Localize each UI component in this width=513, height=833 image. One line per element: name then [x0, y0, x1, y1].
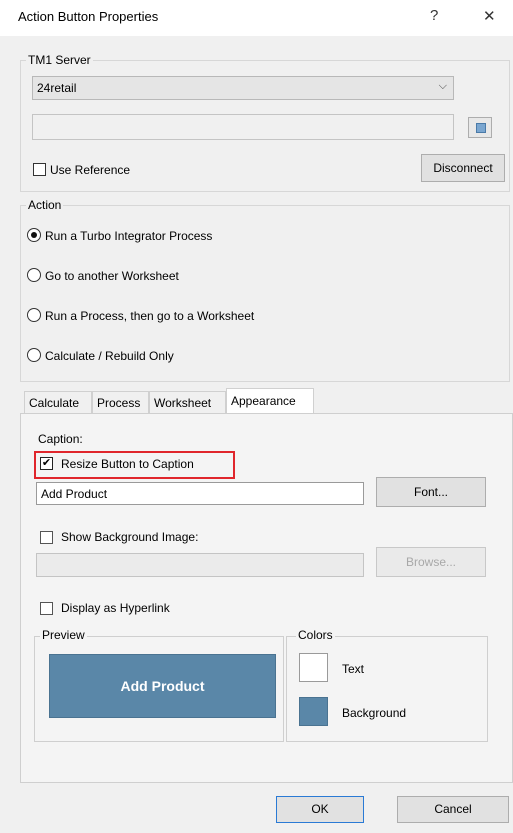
browse-button[interactable]: Browse... — [376, 547, 486, 577]
text-color-label: Text — [342, 662, 365, 676]
font-button[interactable]: Font... — [376, 477, 486, 507]
background-color-swatch[interactable] — [299, 697, 328, 726]
radio-selected-dot — [31, 232, 37, 238]
text-color-swatch[interactable] — [299, 653, 328, 682]
background-color-label: Background — [342, 706, 407, 720]
close-icon[interactable]: ✕ — [483, 7, 496, 25]
caption-input[interactable]: Add Product — [36, 482, 364, 505]
tab-appearance[interactable]: Appearance — [226, 388, 314, 414]
highlight-box — [34, 451, 235, 479]
help-button[interactable]: ? — [430, 7, 438, 24]
disconnect-button[interactable]: Disconnect — [421, 154, 505, 182]
radio-label-calculate-rebuild: Calculate / Rebuild Only — [45, 349, 174, 363]
radio-calculate-rebuild[interactable] — [27, 348, 41, 362]
server-secondary-field[interactable] — [32, 114, 454, 140]
show-background-image-checkbox[interactable] — [40, 531, 53, 544]
browse-icon — [476, 123, 486, 133]
radio-label-run-process-then-worksheet: Run a Process, then go to a Worksheet — [45, 309, 255, 323]
tab-process[interactable]: Process — [92, 391, 149, 413]
cancel-button[interactable]: Cancel — [397, 796, 509, 823]
tm1-server-legend: TM1 Server — [26, 53, 93, 67]
radio-go-to-worksheet[interactable] — [27, 268, 41, 282]
use-reference-label: Use Reference — [50, 163, 131, 177]
preview-button: Add Product — [49, 654, 276, 718]
action-legend: Action — [26, 198, 64, 212]
preview-legend: Preview — [40, 628, 87, 642]
use-reference-checkbox[interactable] — [33, 163, 46, 176]
radio-run-process-then-worksheet[interactable] — [27, 308, 41, 322]
window-title: Action Button Properties — [18, 9, 159, 24]
preview-button-text: Add Product — [120, 678, 205, 694]
colors-legend: Colors — [296, 628, 335, 642]
caption-label: Caption: — [38, 432, 83, 446]
tab-calculate[interactable]: Calculate — [24, 391, 92, 413]
tab-worksheet[interactable]: Worksheet — [149, 391, 226, 413]
display-as-hyperlink-label: Display as Hyperlink — [61, 601, 170, 615]
server-select[interactable]: 24retail ⌵ — [32, 76, 454, 100]
radio-run-ti-process[interactable] — [27, 228, 41, 242]
radio-label-run-ti-process: Run a Turbo Integrator Process — [45, 229, 213, 243]
server-select-value: 24retail — [37, 81, 77, 95]
ok-button[interactable]: OK — [276, 796, 364, 823]
display-as-hyperlink-checkbox[interactable] — [40, 602, 53, 615]
show-background-image-label: Show Background Image: — [61, 530, 199, 544]
background-image-path[interactable] — [36, 553, 364, 577]
colors-group — [286, 636, 488, 742]
chevron-down-icon: ⌵ — [438, 80, 447, 92]
server-browse-button[interactable] — [468, 117, 492, 138]
radio-label-go-to-worksheet: Go to another Worksheet — [45, 269, 179, 283]
